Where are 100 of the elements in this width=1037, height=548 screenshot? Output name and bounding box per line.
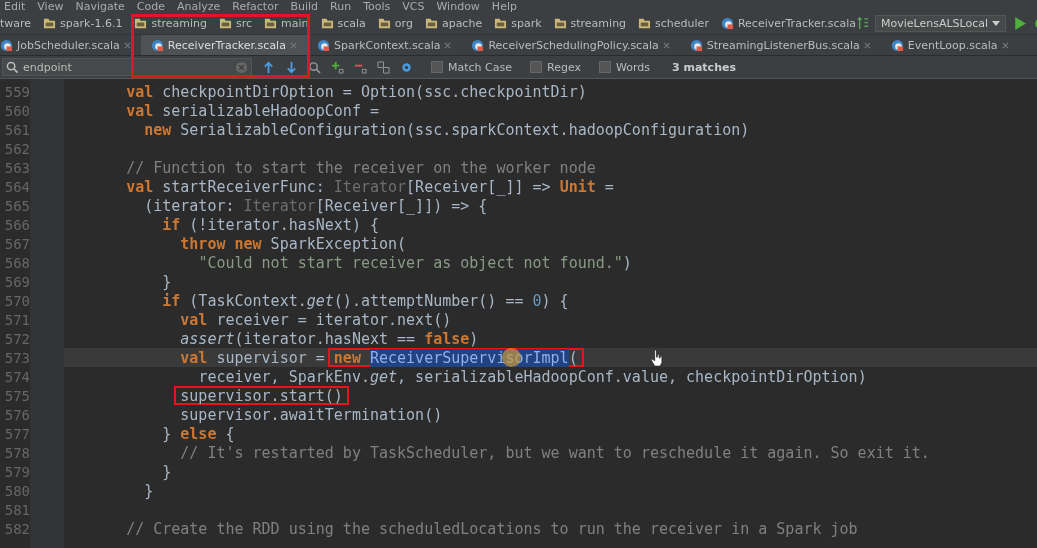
- menu-item[interactable]: Tools: [363, 0, 391, 13]
- code-text: "Could not start receiver as object not found."): [198, 253, 632, 272]
- close-icon[interactable]: [289, 41, 297, 49]
- checkbox[interactable]: [530, 61, 542, 73]
- menu-item[interactable]: Window: [436, 0, 480, 13]
- line-number: 571: [3, 311, 30, 328]
- editor-tab[interactable]: EventLoop.scala: [880, 35, 1019, 55]
- file-icon: [890, 38, 904, 52]
- breadcrumb[interactable]: streaming: [134, 17, 207, 30]
- match-count: 3 matches: [672, 60, 736, 74]
- code-text: if (!iterator.hasNext) {: [162, 215, 379, 234]
- folder-icon: [553, 17, 567, 30]
- breadcrumb[interactable]: scheduler: [638, 17, 709, 30]
- breadcrumb[interactable]: scala: [320, 17, 366, 30]
- editor-tab[interactable]: JobScheduler.scala: [0, 35, 141, 55]
- search-field[interactable]: endpoint: [2, 58, 252, 76]
- close-icon[interactable]: [662, 41, 670, 49]
- line-number: 576: [3, 406, 30, 423]
- code-text: throw new SparkException(: [180, 234, 407, 253]
- menu-item[interactable]: Analyze: [176, 0, 221, 13]
- checkbox-label: Regex: [547, 60, 581, 74]
- code-text: val serializableHadoopConf =: [126, 101, 379, 120]
- arrow-up-icon[interactable]: [262, 60, 275, 74]
- close-icon[interactable]: [1001, 41, 1009, 49]
- folder-icon: [638, 17, 652, 30]
- code-text: // Function to start the receiver on the worker node: [126, 158, 596, 177]
- close-icon[interactable]: [444, 41, 452, 49]
- code-text: val receiver = iterator.next(): [180, 310, 452, 329]
- menu-item[interactable]: VCS: [402, 0, 425, 13]
- file-icon: [471, 38, 485, 52]
- file-icon: [689, 38, 703, 52]
- breadcrumb[interactable]: spark: [494, 17, 542, 30]
- line-number: 566: [3, 216, 30, 233]
- close-icon[interactable]: [863, 41, 871, 49]
- line-number: 579: [3, 463, 30, 480]
- breadcrumb[interactable]: spark-1.6.1: [43, 17, 123, 30]
- folder-icon: [424, 17, 438, 30]
- breadcrumb[interactable]: src: [219, 17, 253, 30]
- caret-icon: [992, 20, 1001, 27]
- menu-item[interactable]: Run: [330, 0, 352, 13]
- menu-item[interactable]: Code: [136, 0, 165, 13]
- editor-tab[interactable]: ReceiverSchedulingPolicy.scala: [461, 35, 680, 55]
- menu-item[interactable]: View: [37, 0, 64, 13]
- folder-icon: [264, 17, 278, 30]
- close-icon[interactable]: [123, 41, 131, 49]
- code-text: } else {: [162, 424, 235, 443]
- run-icon[interactable]: [1012, 16, 1028, 31]
- line-number: 560: [3, 102, 30, 119]
- line-number: 564: [3, 178, 30, 195]
- breadcrumb[interactable]: ReceiverTracker.scala: [720, 17, 856, 30]
- line-number: 565: [3, 197, 30, 214]
- code-text: val startReceiverFunc: Iterator[Receiver[_]] => Unit =: [126, 177, 614, 196]
- line-number: 581: [3, 501, 30, 518]
- clear-icon[interactable]: [235, 60, 248, 74]
- sort-icon[interactable]: [856, 17, 869, 30]
- line-number: 574: [3, 368, 30, 385]
- code-text: }: [162, 272, 172, 291]
- line-number: 559: [3, 83, 30, 100]
- line-number: 563: [3, 159, 30, 176]
- checkbox[interactable]: [431, 61, 443, 73]
- menu-item[interactable]: Help: [491, 0, 517, 13]
- line-number: 580: [3, 482, 30, 499]
- file-icon: [316, 38, 330, 52]
- code-text: // Create the RDD using the scheduledLocations to run the receiver in a Spark job: [126, 519, 858, 538]
- breadcrumb[interactable]: org: [377, 17, 413, 30]
- line-number: 562: [3, 140, 30, 157]
- editor-tab[interactable]: ReceiverTracker.scala: [140, 35, 307, 55]
- line-number: 568: [3, 254, 30, 271]
- code-text: val supervisor =: [180, 348, 326, 367]
- code-text: supervisor.awaitTermination(): [180, 405, 443, 424]
- line-number: 578: [3, 444, 30, 461]
- editor-tab[interactable]: StreamingListenerBus.scala: [679, 35, 881, 55]
- code-text: (iterator: Iterator[Receiver[_]]) => {: [144, 196, 488, 215]
- line-number: 570: [3, 292, 30, 309]
- line-number: 561: [3, 121, 30, 138]
- menu-item[interactable]: Edit: [4, 0, 26, 13]
- find-icon[interactable]: [308, 60, 321, 74]
- code-text: receiver, SparkEnv.get, serializableHadoopConf.value, checkpointDirOption): [198, 367, 867, 386]
- arrow-down-icon[interactable]: [285, 60, 298, 74]
- line-number: 582: [3, 520, 30, 537]
- breadcrumb[interactable]: apache: [424, 17, 483, 30]
- checkbox-label: Match Case: [448, 60, 512, 74]
- run-configuration-dropdown[interactable]: MovieLensALSLocal: [875, 15, 1007, 32]
- folder-icon: [43, 17, 57, 30]
- breadcrumb[interactable]: streaming: [553, 17, 627, 30]
- menu-item[interactable]: Navigate: [75, 0, 125, 13]
- checkbox[interactable]: [598, 61, 611, 73]
- menu-item[interactable]: Build: [290, 0, 319, 13]
- file-icon: [150, 38, 164, 52]
- add-occurrence-icon[interactable]: [331, 60, 344, 74]
- code-text: }: [162, 462, 172, 481]
- line-number: 573: [3, 349, 30, 366]
- select-all-icon[interactable]: [377, 60, 390, 74]
- search-icon: [6, 60, 19, 74]
- settings-icon[interactable]: [400, 60, 413, 74]
- editor-tab[interactable]: SparkContext.scala: [306, 35, 462, 55]
- line-number: 572: [3, 330, 30, 347]
- code-text: val checkpointDirOption = Option(ssc.checkpointDir): [126, 82, 587, 101]
- menu-item[interactable]: Refactor: [232, 0, 279, 13]
- breadcrumb[interactable]: tware: [0, 17, 32, 30]
